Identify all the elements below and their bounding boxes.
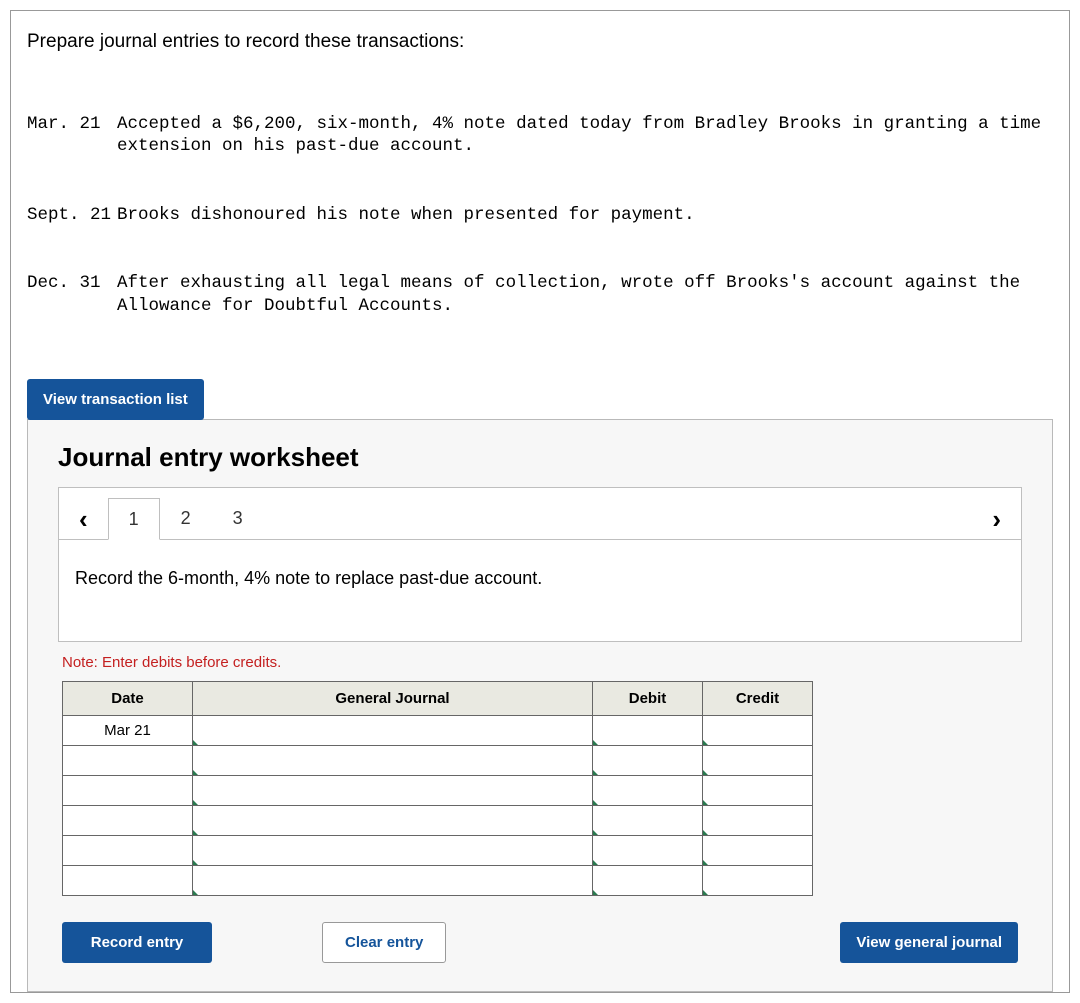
tab-label: 2	[181, 508, 191, 529]
date-cell[interactable]	[63, 865, 193, 895]
header-debit: Debit	[593, 681, 703, 715]
transactions-block: Mar. 21Accepted a $6,200, six-month, 4% …	[27, 67, 1053, 363]
table-row	[63, 865, 813, 895]
account-cell[interactable]	[193, 865, 593, 895]
date-cell[interactable]	[63, 775, 193, 805]
trans-text: Accepted a $6,200, six-month, 4% note da…	[117, 113, 1053, 159]
transaction-line: Dec. 31After exhausting all legal means …	[27, 272, 1053, 318]
account-cell[interactable]	[193, 745, 593, 775]
account-cell[interactable]	[193, 715, 593, 745]
credit-cell[interactable]	[703, 745, 813, 775]
debit-cell[interactable]	[593, 835, 703, 865]
view-general-journal-button[interactable]: View general journal	[840, 922, 1018, 963]
table-row	[63, 835, 813, 865]
entry-tab-area: ‹ 1 2 3 › Record the 6-month, 4% note to…	[58, 487, 1022, 642]
question-frame: Prepare journal entries to record these …	[10, 10, 1070, 993]
tabs-row: ‹ 1 2 3 ›	[59, 488, 1021, 540]
header-date: Date	[63, 681, 193, 715]
credit-cell[interactable]	[703, 715, 813, 745]
prompt-text: Prepare journal entries to record these …	[27, 31, 1053, 53]
journal-entry-worksheet: Journal entry worksheet ‹ 1 2 3 › Record…	[27, 419, 1053, 992]
debit-cell[interactable]	[593, 745, 703, 775]
transaction-line: Sept. 21Brooks dishonoured his note when…	[27, 204, 1053, 227]
credit-cell[interactable]	[703, 775, 813, 805]
journal-entry-tbody: Mar 21	[63, 715, 813, 895]
debit-cell[interactable]	[593, 865, 703, 895]
tab-label: 1	[129, 509, 139, 530]
entry-tab-1[interactable]: 1	[108, 498, 160, 540]
next-entry-icon[interactable]: ›	[986, 506, 1007, 532]
journal-entry-table: Date General Journal Debit Credit Mar 21	[62, 681, 813, 896]
date-cell[interactable]: Mar 21	[63, 715, 193, 745]
entry-tab-3[interactable]: 3	[212, 498, 264, 540]
transaction-line: Mar. 21Accepted a $6,200, six-month, 4% …	[27, 113, 1053, 159]
debit-cell[interactable]	[593, 805, 703, 835]
trans-date: Mar. 21	[27, 113, 117, 159]
tab-label: 3	[233, 508, 243, 529]
action-row: Record entry Clear entry View general jo…	[62, 922, 1018, 963]
date-cell[interactable]	[63, 745, 193, 775]
table-row	[63, 805, 813, 835]
table-row	[63, 745, 813, 775]
trans-text: Brooks dishonoured his note when present…	[117, 204, 1053, 227]
credit-cell[interactable]	[703, 865, 813, 895]
trans-date: Dec. 31	[27, 272, 117, 318]
trans-date: Sept. 21	[27, 204, 117, 227]
worksheet-title: Journal entry worksheet	[58, 442, 1022, 473]
header-credit: Credit	[703, 681, 813, 715]
table-row	[63, 775, 813, 805]
view-transaction-list-button[interactable]: View transaction list	[27, 379, 204, 420]
credit-cell[interactable]	[703, 835, 813, 865]
table-row: Mar 21	[63, 715, 813, 745]
record-entry-button[interactable]: Record entry	[62, 922, 212, 963]
date-cell[interactable]	[63, 805, 193, 835]
prev-entry-icon[interactable]: ‹	[73, 506, 94, 532]
debit-cell[interactable]	[593, 775, 703, 805]
account-cell[interactable]	[193, 805, 593, 835]
trans-text: After exhausting all legal means of coll…	[117, 272, 1053, 318]
debit-cell[interactable]	[593, 715, 703, 745]
entry-tab-2[interactable]: 2	[160, 498, 212, 540]
account-cell[interactable]	[193, 775, 593, 805]
credit-cell[interactable]	[703, 805, 813, 835]
header-general-journal: General Journal	[193, 681, 593, 715]
date-cell[interactable]	[63, 835, 193, 865]
entry-instruction: Record the 6-month, 4% note to replace p…	[59, 540, 1021, 641]
account-cell[interactable]	[193, 835, 593, 865]
debits-before-credits-note: Note: Enter debits before credits.	[62, 654, 1022, 671]
clear-entry-button[interactable]: Clear entry	[322, 922, 446, 963]
